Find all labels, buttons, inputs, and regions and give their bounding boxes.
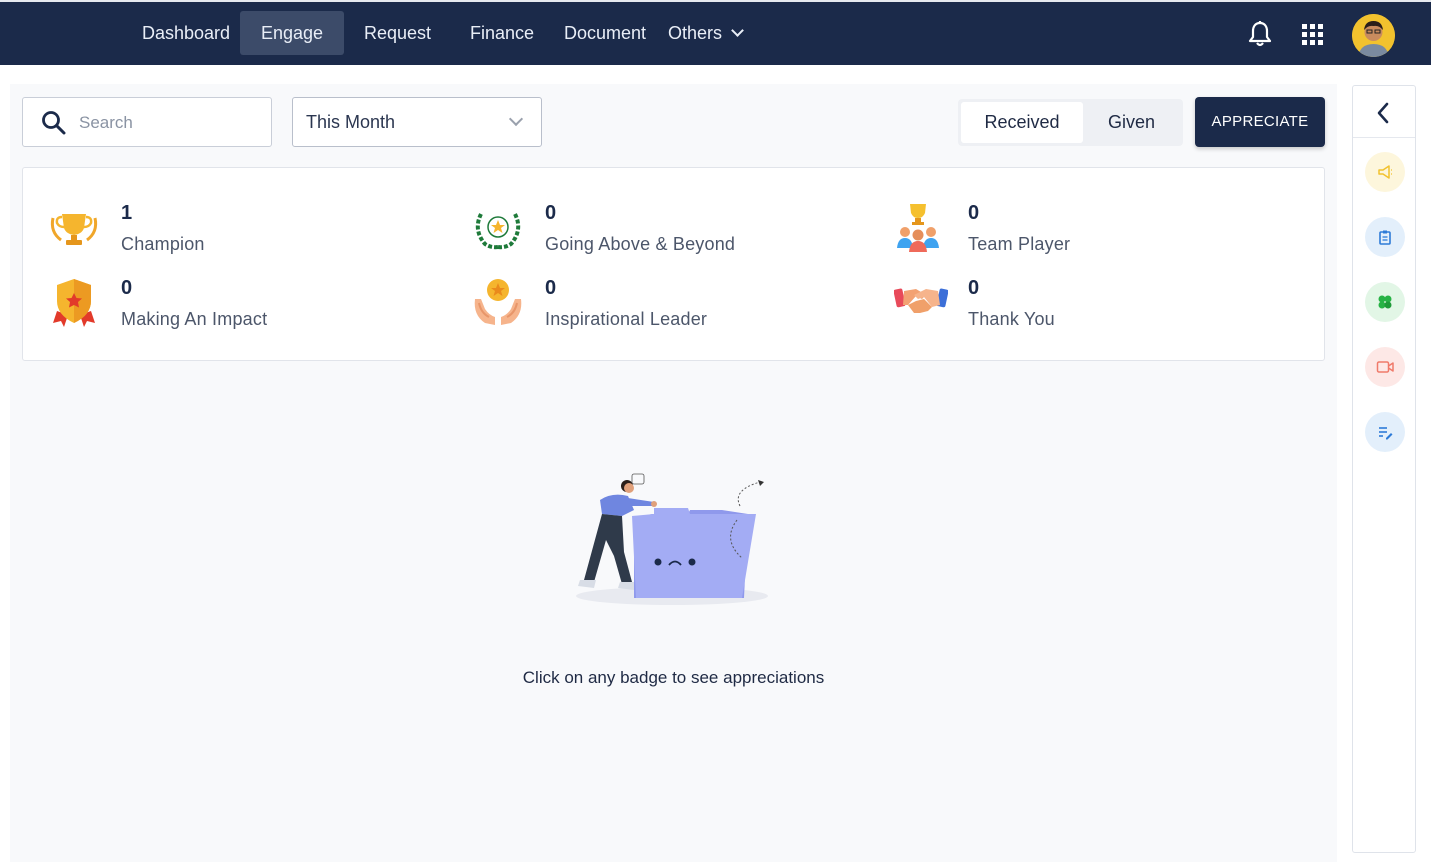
search-icon: [41, 110, 67, 141]
nav-item-others-label: Others: [668, 23, 723, 43]
handshake-icon: [893, 277, 949, 331]
badge-champion[interactable]: 1 Champion: [47, 202, 447, 262]
nav-item-document[interactable]: Document: [564, 11, 646, 55]
clover-icon: [1376, 293, 1394, 316]
kudos-button[interactable]: [1365, 282, 1405, 322]
badge-label: Champion: [121, 234, 205, 254]
empty-folder-illustration: [572, 470, 772, 610]
clipboard-icon: [1377, 229, 1393, 250]
received-given-toggle: Received Given: [958, 99, 1183, 146]
top-navbar: Dashboard Engage Request Finance Documen…: [0, 0, 1431, 65]
badge-label: Thank You: [968, 309, 1055, 329]
tasks-button[interactable]: [1365, 217, 1405, 257]
badge-count: 0: [545, 202, 557, 224]
badge-team-player[interactable]: 0 Team Player: [894, 202, 1294, 262]
announcements-button[interactable]: [1365, 152, 1405, 192]
notes-button[interactable]: [1365, 412, 1405, 452]
meetings-button[interactable]: [1365, 347, 1405, 387]
user-avatar[interactable]: [1352, 14, 1395, 57]
chevron-down-icon: [508, 111, 524, 127]
hands-star-icon: [471, 277, 525, 331]
badge-thank-you[interactable]: 0 Thank You: [893, 277, 1294, 337]
badge-label: Making An Impact: [121, 309, 268, 329]
nav-item-engage[interactable]: Engage: [240, 11, 345, 55]
badge-label: Inspirational Leader: [545, 309, 708, 329]
badge-count: 0: [968, 277, 980, 299]
edit-list-icon: [1377, 424, 1393, 445]
apps-grid-icon[interactable]: [1300, 20, 1326, 48]
badge-going-above-beyond[interactable]: 0 Going Above & Beyond: [471, 202, 871, 262]
team-trophy-icon: [894, 202, 948, 256]
period-select-value: This Month: [306, 112, 396, 132]
trophy-laurel-icon: [47, 202, 101, 256]
badge-inspirational-leader[interactable]: 0 Inspirational Leader: [471, 277, 871, 337]
shield-medal-icon: [47, 277, 101, 331]
nav-item-dashboard[interactable]: Dashboard: [142, 11, 230, 55]
badge-count: 0: [968, 202, 980, 224]
right-sidebar: [1352, 85, 1416, 853]
chevron-down-icon: [731, 24, 744, 37]
badge-making-an-impact[interactable]: 0 Making An Impact: [47, 277, 447, 337]
badge-count: 1: [121, 202, 133, 224]
badge-summary-card: 1 Champion 0 Going Above & Beyond 0 Team…: [22, 167, 1325, 361]
nav-item-finance[interactable]: Finance: [470, 11, 534, 55]
chevron-left-icon: [1375, 102, 1391, 129]
tab-received[interactable]: Received: [961, 102, 1083, 143]
megaphone-icon: [1377, 164, 1393, 185]
period-select[interactable]: This Month: [292, 97, 542, 147]
appreciate-button[interactable]: APPRECIATE: [1195, 97, 1325, 147]
empty-state-message: Click on any badge to see appreciations: [522, 668, 825, 687]
tab-given[interactable]: Given: [1083, 102, 1180, 143]
badge-label: Team Player: [968, 234, 1071, 254]
nav-item-request[interactable]: Request: [364, 11, 431, 55]
nav-item-others[interactable]: Others: [668, 11, 744, 55]
laurel-wreath-icon: [471, 202, 525, 256]
badge-count: 0: [121, 277, 133, 299]
badge-label: Going Above & Beyond: [545, 234, 736, 254]
search-input[interactable]: [79, 112, 259, 134]
search-box[interactable]: [22, 97, 272, 147]
collapse-sidebar-button[interactable]: [1353, 86, 1415, 138]
bell-icon[interactable]: [1247, 20, 1273, 48]
badge-count: 0: [545, 277, 557, 299]
video-icon: [1376, 359, 1394, 380]
